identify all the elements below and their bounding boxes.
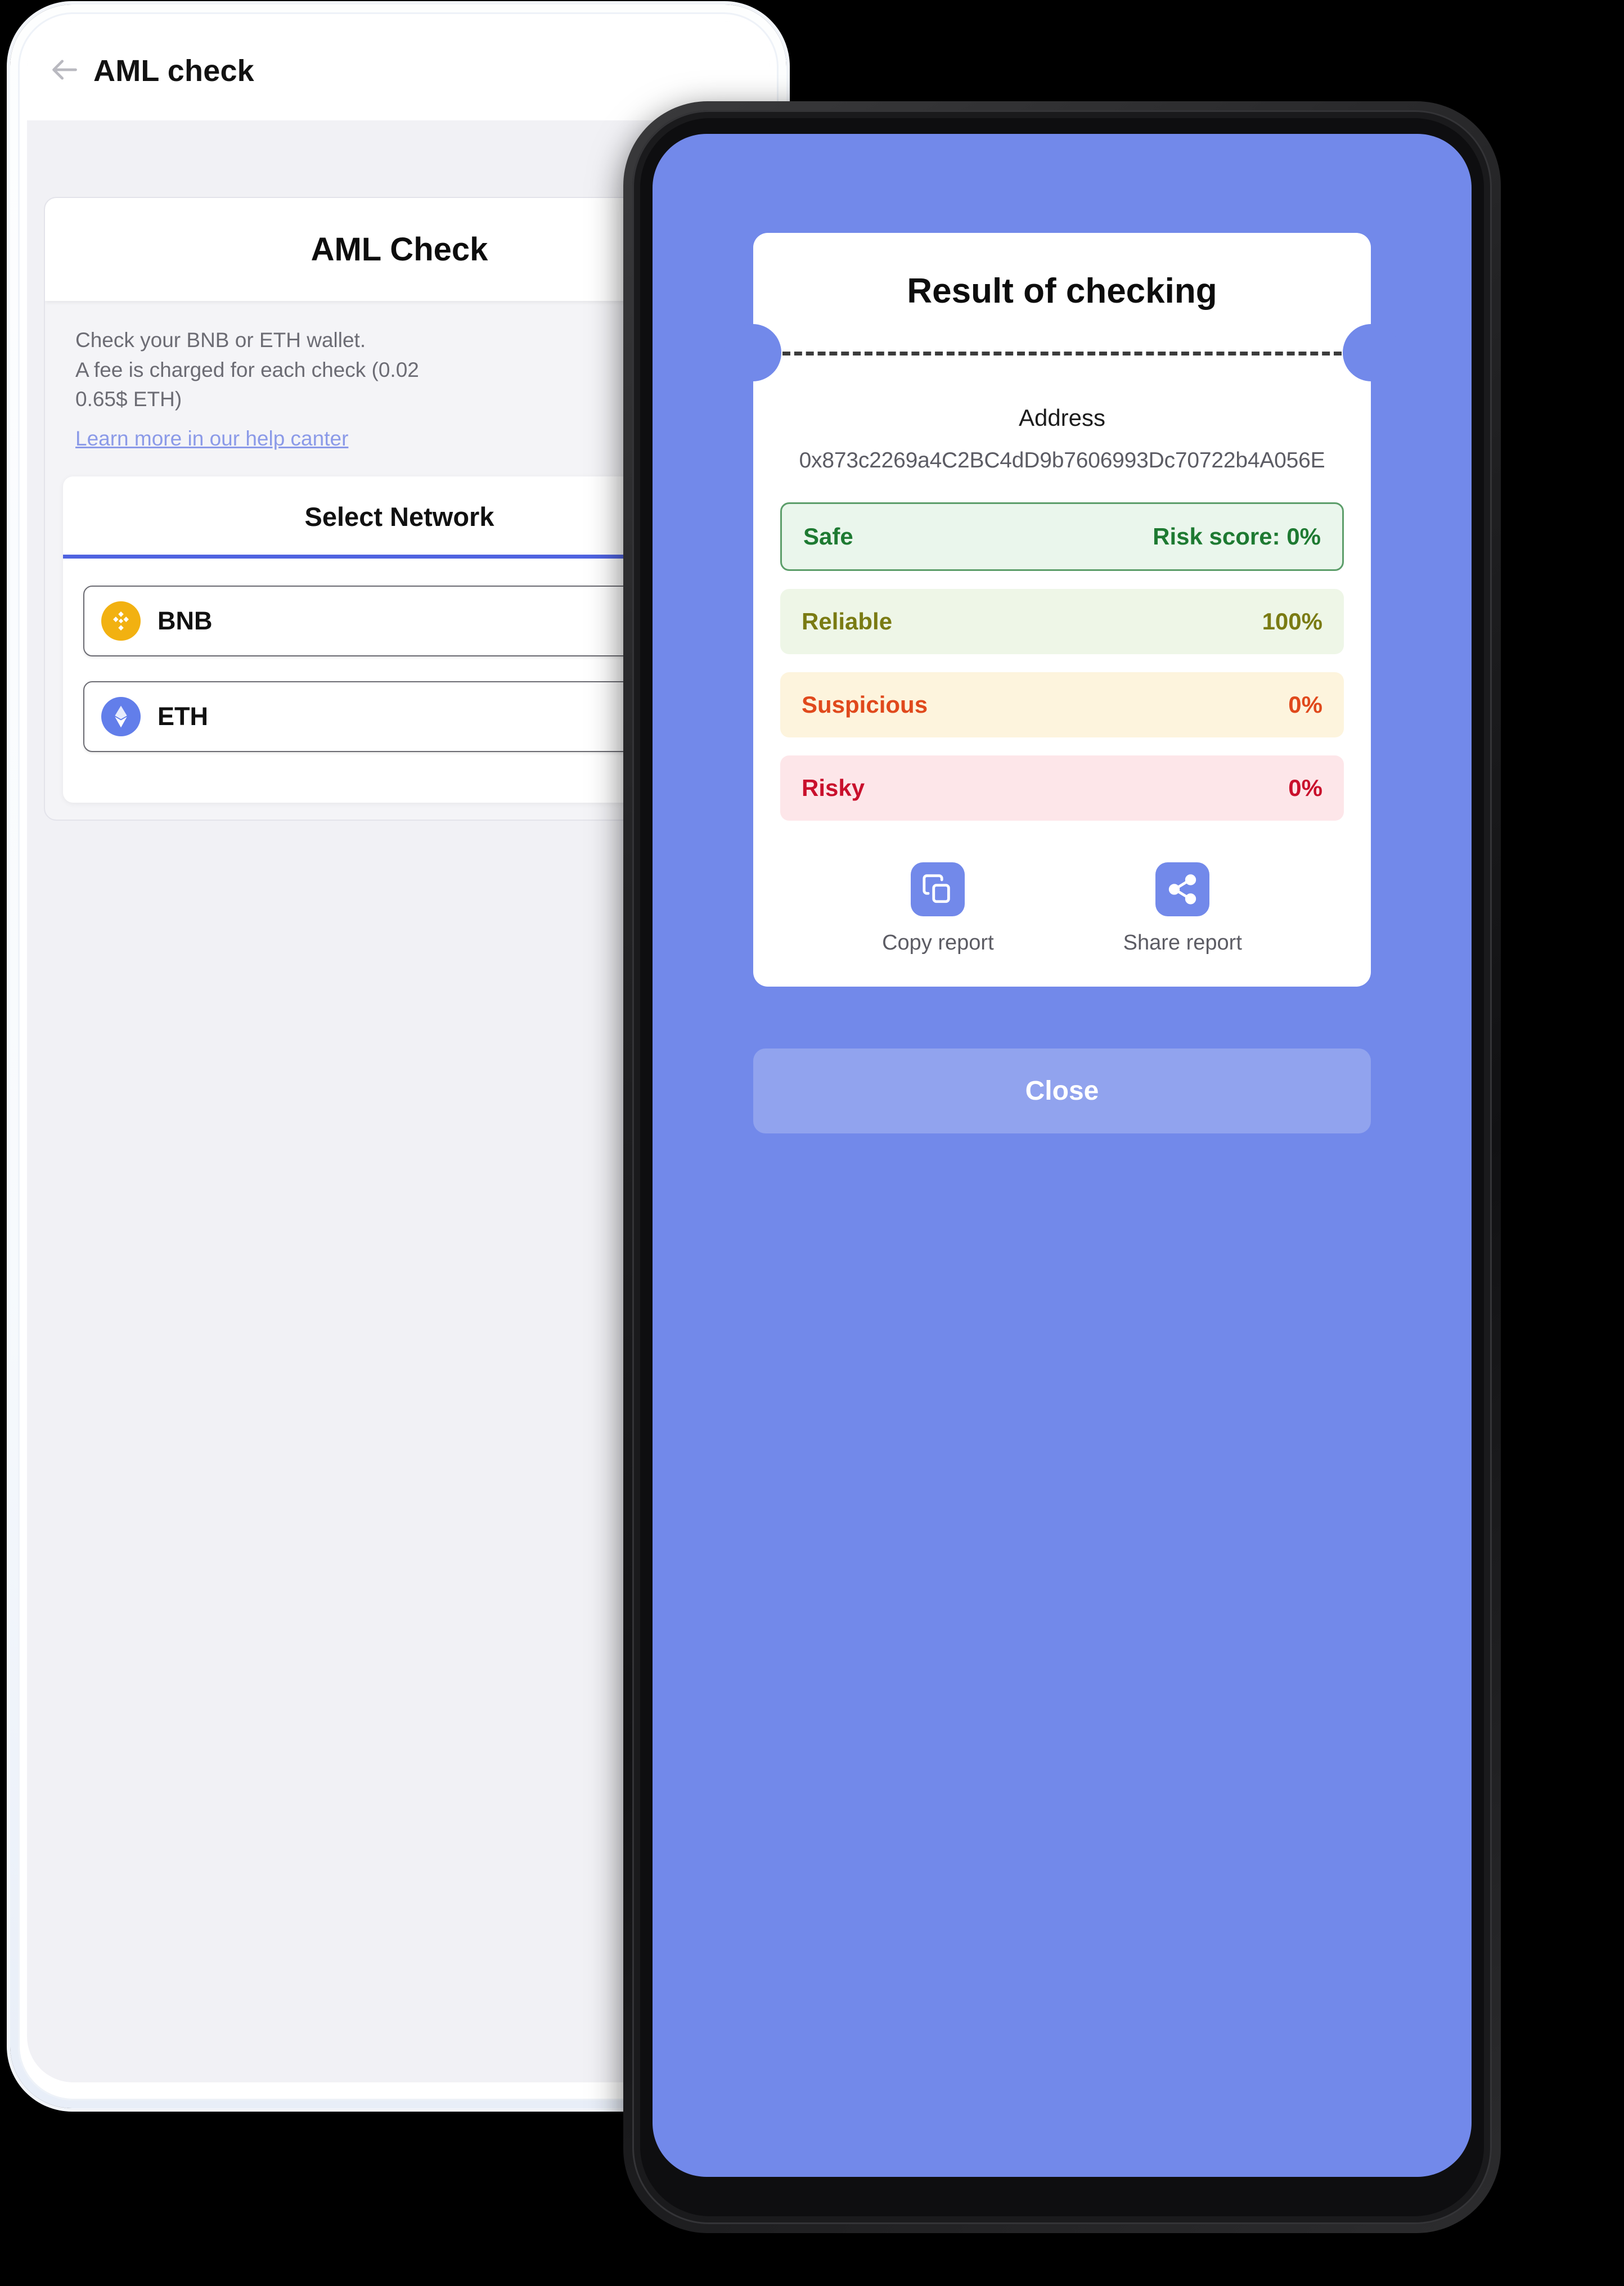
score-row-suspicious: Suspicious 0% (780, 672, 1344, 737)
back-button[interactable] (44, 50, 86, 92)
copy-report-button[interactable]: Copy report (882, 862, 994, 955)
address-label: Address (1018, 404, 1106, 431)
score-list: Safe Risk score: 0% Reliable 100% Suspic… (753, 502, 1371, 821)
network-option-eth[interactable]: ETH (83, 681, 716, 752)
result-dialog-overlay: Result of checking Address 0x873c2269a4C… (653, 134, 1472, 2177)
score-value: Risk score: 0% (1153, 523, 1321, 550)
score-label: Reliable (802, 608, 893, 634)
score-label: Risky (802, 775, 865, 801)
eth-coin-icon (101, 696, 141, 736)
arrow-left-icon (50, 55, 79, 87)
copy-report-label: Copy report (882, 931, 994, 955)
right-phone-mockup: Result of checking Address 0x873c2269a4C… (623, 101, 1501, 2233)
result-card-title: Result of checking (907, 272, 1217, 310)
dashed-divider (782, 352, 1342, 356)
network-option-label: ETH (158, 701, 208, 731)
score-value: 0% (1288, 691, 1322, 718)
share-report-label: Share report (1123, 931, 1242, 955)
share-report-button[interactable]: Share report (1123, 862, 1242, 955)
copy-icon (911, 862, 965, 916)
score-label: Safe (803, 523, 853, 550)
score-value: 100% (1262, 608, 1322, 634)
close-button[interactable]: Close (753, 1048, 1371, 1133)
share-icon (1155, 862, 1210, 916)
notch-left-icon (724, 324, 781, 381)
network-option-label: BNB (158, 606, 213, 635)
bnb-coin-icon (101, 601, 141, 641)
score-row-risky: Risky 0% (780, 755, 1344, 821)
score-label: Suspicious (802, 691, 928, 718)
ticket-perforation (724, 324, 1400, 381)
notch-right-icon (1343, 324, 1400, 381)
result-of-checking-card: Result of checking Address 0x873c2269a4C… (724, 233, 1400, 987)
score-value: 0% (1288, 775, 1322, 801)
address-value[interactable]: 0x873c2269a4C2BC4dD9b7606993Dc70722b4A05… (753, 448, 1371, 473)
score-row-reliable: Reliable 100% (780, 589, 1344, 654)
report-actions: Copy report Share report (753, 862, 1371, 955)
score-row-safe: Safe Risk score: 0% (780, 502, 1344, 571)
page-title: AML check (93, 54, 254, 88)
app-bar: AML check (27, 21, 770, 120)
network-option-bnb[interactable]: BNB (83, 585, 716, 656)
help-center-link[interactable]: Learn more in our help canter (75, 427, 348, 451)
right-phone-screen: Result of checking Address 0x873c2269a4C… (653, 134, 1472, 2177)
